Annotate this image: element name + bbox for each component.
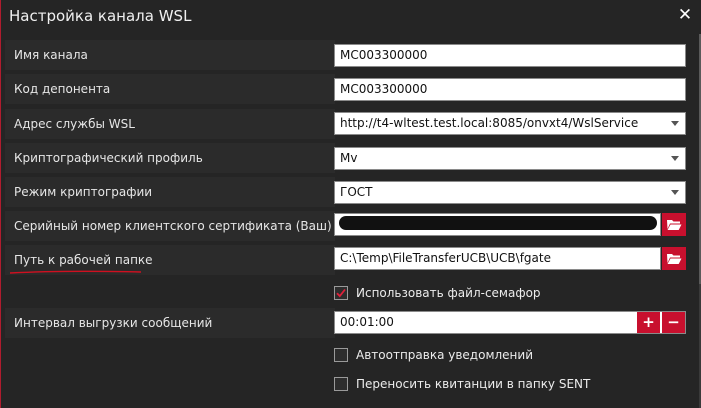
folder-open-icon xyxy=(667,254,682,264)
use-semaphore-checkbox[interactable] xyxy=(334,286,348,300)
cert-serial-label: Серийный номер клиентского сертификата (… xyxy=(14,219,332,233)
channel-name-field[interactable]: MC003300000 xyxy=(334,44,686,67)
increment-button[interactable]: + xyxy=(637,312,660,333)
chevron-down-icon[interactable] xyxy=(671,121,679,126)
annotation-underline xyxy=(9,270,142,274)
work-folder-label: Путь к рабочей папке xyxy=(14,253,153,267)
auto-notify-checkbox[interactable] xyxy=(334,348,348,362)
wsl-address-combo[interactable]: http://t4-wltest.test.local:8085/onvxt4/… xyxy=(334,112,686,135)
depositor-code-label: Код депонента xyxy=(14,82,111,96)
move-receipts-label[interactable]: Переносить квитанции в папку SENT xyxy=(356,377,590,391)
redaction-mark xyxy=(339,216,657,230)
channel-name-label: Имя канала xyxy=(14,48,88,62)
browse-folder-button[interactable] xyxy=(662,247,686,270)
depositor-code-field[interactable]: MC003300000 xyxy=(334,78,686,101)
title-bar: Настройка канала WSL ✕ xyxy=(1,0,701,34)
crypto-mode-label: Режим криптографии xyxy=(14,185,153,199)
crypto-profile-combo[interactable]: Mv xyxy=(334,147,686,170)
folder-open-icon xyxy=(667,220,682,230)
use-semaphore-label[interactable]: Использовать файл-семафор xyxy=(356,286,541,300)
dialog-title: Настройка канала WSL xyxy=(9,7,192,25)
close-icon[interactable]: ✕ xyxy=(676,6,694,24)
chevron-down-icon[interactable] xyxy=(671,156,679,161)
checkmark-icon xyxy=(336,288,346,298)
chevron-down-icon[interactable] xyxy=(671,190,679,195)
crypto-profile-label: Криптографический профиль xyxy=(14,151,203,165)
decrement-button[interactable]: − xyxy=(662,312,685,333)
upload-interval-field[interactable]: 00:01:00 xyxy=(334,311,686,334)
move-receipts-checkbox[interactable] xyxy=(334,377,348,391)
wsl-address-label: Адрес службы WSL xyxy=(14,117,135,131)
crypto-mode-combo[interactable]: ГОСТ xyxy=(334,181,686,204)
browse-cert-button[interactable] xyxy=(662,213,686,236)
upload-interval-label: Интервал выгрузки сообщений xyxy=(14,316,213,330)
wsl-address-value: http://t4-wltest.test.local:8085/onvxt4/… xyxy=(340,116,639,130)
auto-notify-label[interactable]: Автоотправка уведомлений xyxy=(356,348,533,362)
crypto-mode-value: ГОСТ xyxy=(340,185,373,199)
crypto-profile-value: Mv xyxy=(340,151,358,165)
work-folder-field[interactable]: C:\Temp\FileTransferUCB\UCB\fgate xyxy=(334,247,661,270)
wsl-channel-settings-dialog: Настройка канала WSL ✕ Имя канала MC0033… xyxy=(0,0,701,408)
